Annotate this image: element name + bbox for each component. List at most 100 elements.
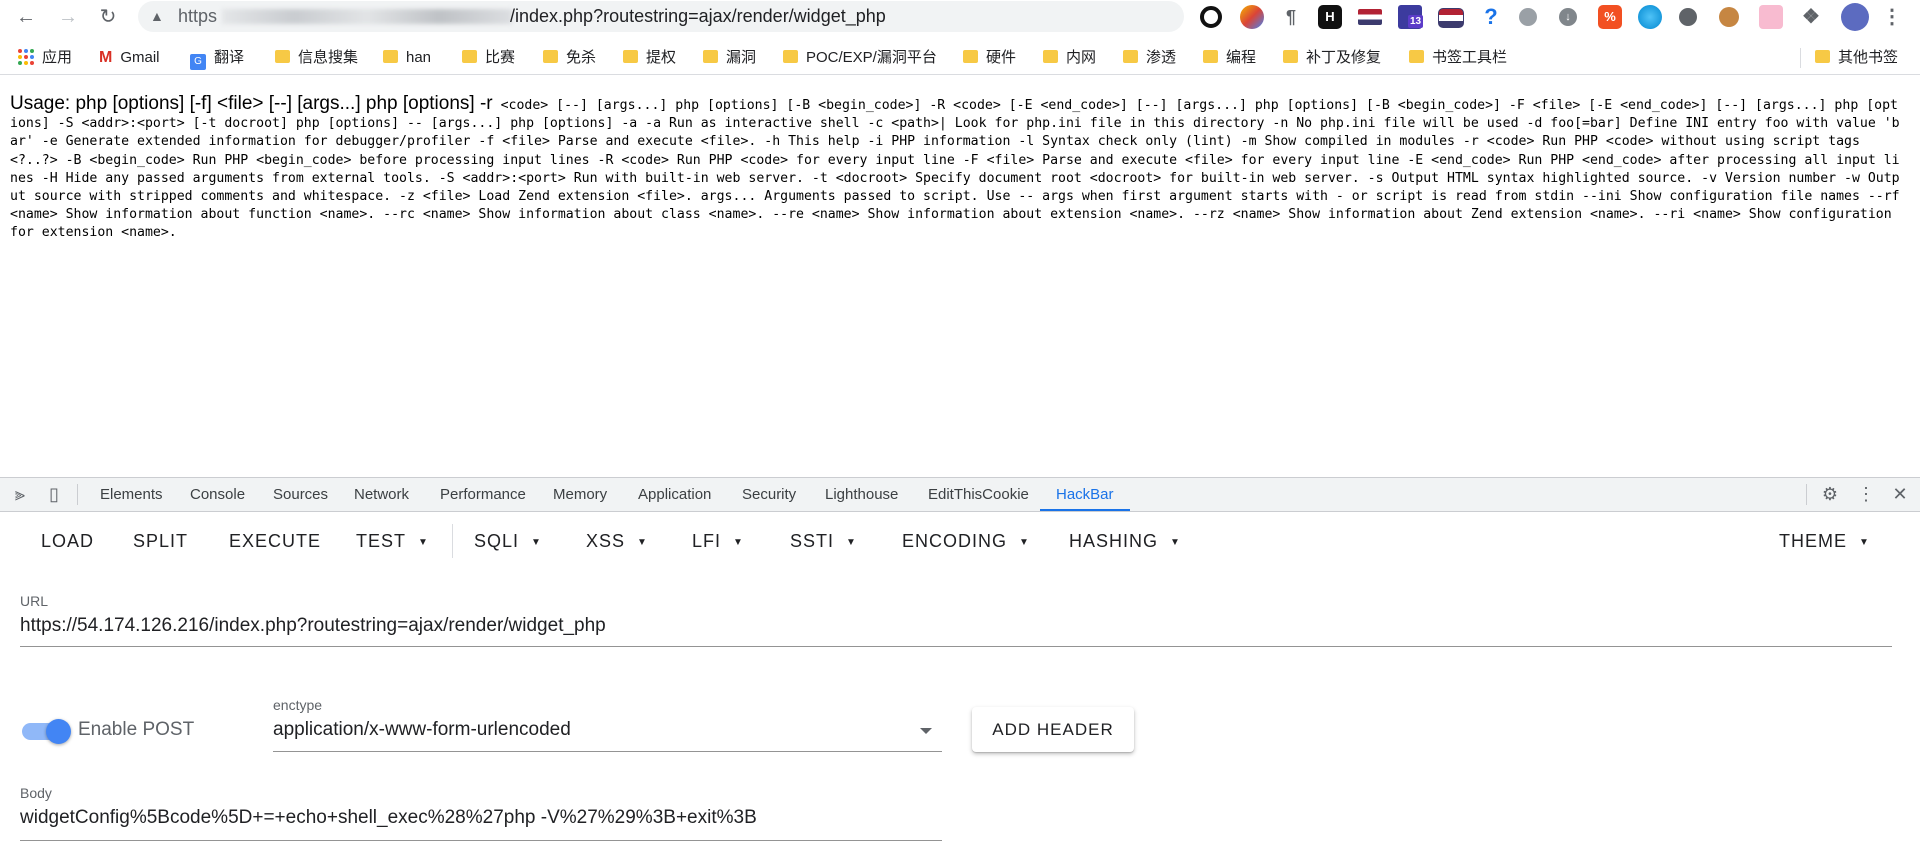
bookmark-folder[interactable]: 信息搜集 (275, 48, 358, 68)
tab-editthiscookie[interactable]: EditThisCookie (928, 478, 1029, 511)
bookmark-label: 书签工具栏 (1432, 49, 1508, 66)
h-extension-icon[interactable]: H (1318, 5, 1342, 29)
ssti-label: SSTI (790, 531, 835, 551)
bookmark-label: 其他书签 (1838, 49, 1899, 66)
browser-toolbar: ← → ↻ ▲ https /index.php?routestring=aja… (0, 0, 1920, 34)
translate-icon: G (190, 54, 206, 70)
tab-application[interactable]: Application (638, 478, 711, 511)
tab-security[interactable]: Security (742, 478, 796, 511)
bookmark-folder[interactable]: 书签工具栏 (1409, 48, 1507, 68)
split-button[interactable]: SPLIT (133, 530, 188, 552)
apps-grid-icon (18, 49, 34, 65)
folder-icon (1409, 50, 1424, 63)
bookmark-label: han (406, 49, 432, 66)
red-extension-icon[interactable]: % (1598, 5, 1622, 29)
devtools-divider (1806, 484, 1807, 505)
body-field[interactable]: widgetConfig%5Bcode%5D+=+echo+shell_exec… (20, 807, 757, 829)
caret-down-icon: ▼ (531, 537, 542, 548)
bookmark-gmail[interactable]: M Gmail (99, 48, 160, 68)
bookmark-label: 信息搜集 (298, 49, 359, 66)
profile-avatar[interactable] (1841, 3, 1869, 31)
enctype-select[interactable]: application/x-www-form-urlencoded (273, 719, 571, 741)
enable-post-toggle-knob[interactable] (46, 719, 71, 744)
close-icon[interactable]: ✕ (1890, 484, 1910, 504)
circle-extension-icon[interactable] (1200, 6, 1222, 28)
extension-badge: 13 (1408, 15, 1424, 28)
tab-memory[interactable]: Memory (553, 478, 607, 511)
test-menu-button[interactable]: TEST ▼ (356, 530, 429, 554)
browser-menu-icon[interactable]: ⋮ (1880, 5, 1904, 29)
usage-body: <code> [--] [args...] php [options] [-B … (10, 98, 1900, 241)
bookmark-folder[interactable]: 硬件 (963, 48, 1016, 68)
bookmark-folder[interactable]: POC/EXP/漏洞平台 (783, 48, 937, 68)
back-arrow-icon[interactable]: ← (14, 5, 38, 29)
help-extension-icon[interactable]: ? (1479, 5, 1503, 29)
add-header-button[interactable]: ADD HEADER (972, 707, 1134, 752)
xss-menu-button[interactable]: XSS ▼ (586, 530, 648, 554)
reload-icon[interactable]: ↻ (96, 5, 120, 29)
folder-icon (783, 50, 798, 63)
bookmark-other[interactable]: 其他书签 (1815, 48, 1898, 68)
hashing-menu-button[interactable]: HASHING ▼ (1069, 530, 1181, 554)
fox-extension-icon[interactable] (1240, 5, 1264, 29)
kebab-menu-icon[interactable]: ⋮ (1856, 484, 1876, 504)
bookmark-folder[interactable]: 提权 (623, 48, 676, 68)
tab-network[interactable]: Network (354, 478, 409, 511)
xss-label: XSS (586, 531, 626, 551)
url-field[interactable]: https://54.174.126.216/index.php?routest… (20, 615, 606, 637)
sqli-menu-button[interactable]: SQLI ▼ (474, 530, 542, 554)
grad-cap-extension-icon[interactable]: 13 (1398, 5, 1424, 29)
tab-sources[interactable]: Sources (273, 478, 328, 511)
cookie-extension-icon[interactable] (1719, 7, 1739, 27)
tab-console[interactable]: Console (190, 478, 245, 511)
tab-hackbar[interactable]: HackBar (1040, 478, 1130, 511)
tab-elements[interactable]: Elements (100, 478, 163, 511)
hashing-label: HASHING (1069, 531, 1159, 551)
encoding-menu-button[interactable]: ENCODING ▼ (902, 530, 1030, 554)
bookmark-folder[interactable]: 免杀 (543, 48, 596, 68)
execute-button[interactable]: EXECUTE (229, 530, 321, 552)
gear-extension-icon[interactable] (1679, 8, 1697, 26)
load-button[interactable]: LOAD (41, 530, 94, 552)
bookmark-folder[interactable]: 编程 (1203, 48, 1256, 68)
tab-lighthouse[interactable]: Lighthouse (825, 478, 898, 511)
download-extension-icon[interactable]: ↓ (1559, 8, 1577, 26)
gmail-icon: M (99, 49, 113, 66)
ssti-menu-button[interactable]: SSTI ▼ (790, 530, 857, 554)
forward-arrow-icon[interactable]: → (56, 5, 80, 29)
gear-icon[interactable]: ⚙ (1820, 484, 1840, 504)
bookmark-folder[interactable]: 渗透 (1123, 48, 1176, 68)
bookmark-folder[interactable]: 补丁及修复 (1283, 48, 1381, 68)
flag-extension-icon[interactable] (1438, 8, 1464, 28)
globe-extension-icon[interactable] (1638, 5, 1662, 29)
bookmark-folder[interactable]: han (383, 48, 431, 68)
folder-icon (1815, 50, 1830, 63)
folder-icon (1123, 50, 1138, 63)
theme-label: THEME (1779, 531, 1847, 551)
pilcrow-extension-icon[interactable]: ¶ (1279, 5, 1303, 29)
address-bar[interactable]: ▲ https /index.php?routestring=ajax/rend… (138, 1, 1184, 32)
device-toolbar-icon[interactable]: ▯ (44, 484, 64, 504)
bookmark-apps[interactable]: 应用 (18, 48, 72, 68)
bookmark-translate[interactable]: G 翻译 (190, 48, 244, 70)
lfi-menu-button[interactable]: LFI ▼ (692, 530, 744, 554)
bookmark-label: 提权 (646, 49, 677, 66)
bookmark-folder[interactable]: 内网 (1043, 48, 1096, 68)
not-secure-warning-icon[interactable]: ▲ (150, 1, 164, 32)
test-label: TEST (356, 531, 407, 551)
toolbar-divider (452, 524, 453, 558)
usage-head: Usage: php [options] [-f] <file> [--] [a… (10, 93, 493, 114)
pink-extension-icon[interactable] (1759, 5, 1783, 29)
theme-menu-button[interactable]: THEME ▼ (1779, 530, 1870, 554)
chevron-down-icon[interactable] (920, 728, 932, 734)
inspect-element-icon[interactable]: ⫸ (10, 484, 30, 504)
body-field-underline (20, 840, 942, 841)
bookmark-folder[interactable]: 漏洞 (703, 48, 756, 68)
tab-performance[interactable]: Performance (440, 478, 526, 511)
puzzle-extensions-icon[interactable]: ❖ (1799, 5, 1823, 29)
folder-icon (703, 50, 718, 63)
folder-icon (1283, 50, 1298, 63)
bookmark-folder[interactable]: 比赛 (462, 48, 515, 68)
grey-extension-icon[interactable] (1519, 8, 1537, 26)
us-flag-extension-icon[interactable] (1358, 9, 1382, 25)
